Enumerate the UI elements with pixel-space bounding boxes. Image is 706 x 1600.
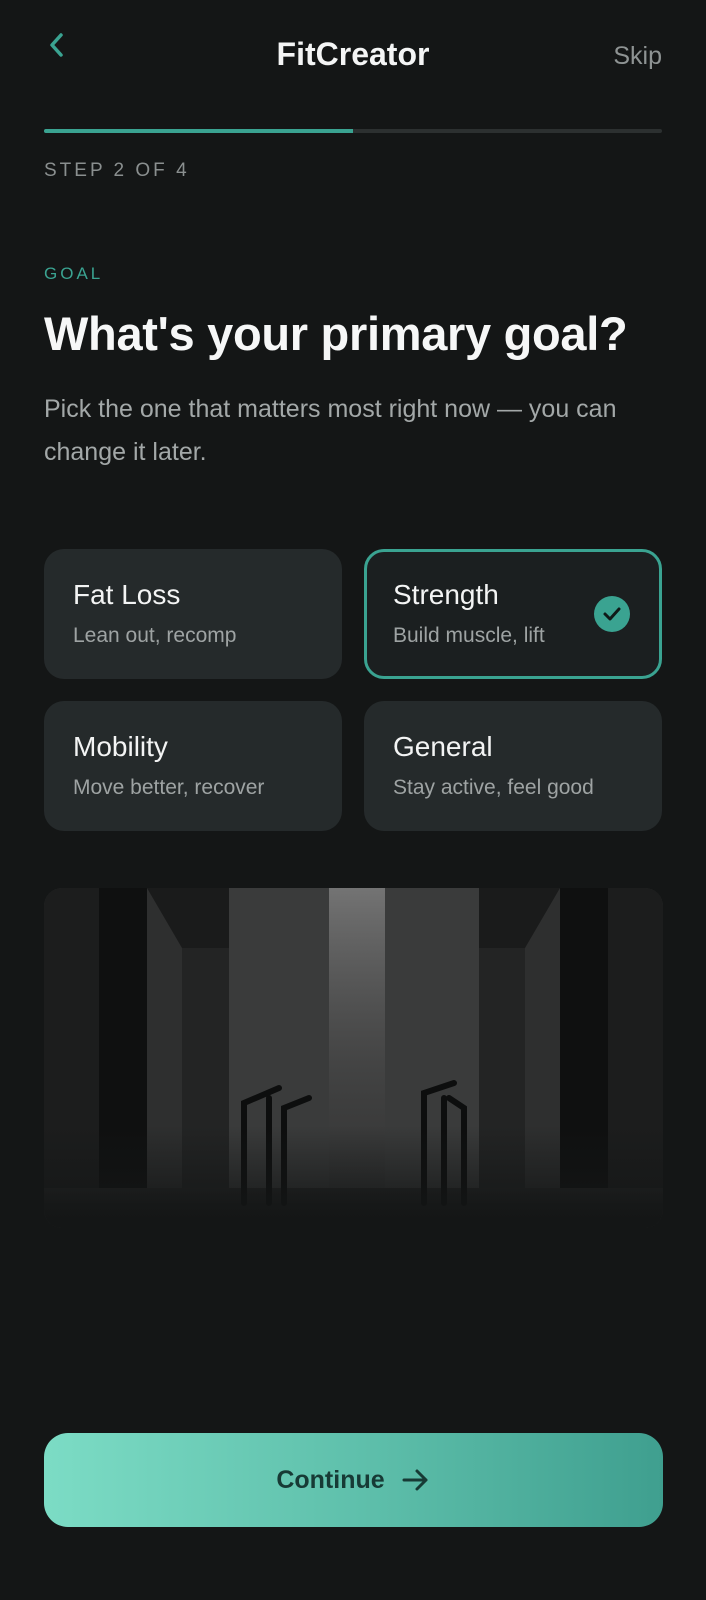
check-icon — [594, 596, 630, 632]
goal-option-title: Mobility — [73, 731, 168, 762]
goal-option-description: Lean out, recomp — [73, 624, 237, 647]
page-subtitle: Pick the one that matters most right now… — [44, 395, 617, 466]
goal-option-mobility[interactable]: Mobility Move better, recover — [44, 701, 342, 831]
goal-option-title: Fat Loss — [73, 579, 181, 610]
skip-button[interactable]: Skip — [613, 42, 662, 71]
step-indicator: STEP 2 OF 4 — [44, 160, 190, 181]
gym-photo — [44, 888, 663, 1228]
arrow-right-icon — [402, 1469, 428, 1491]
gym-hero-image — [44, 888, 663, 1228]
goal-option-title: General — [393, 731, 493, 762]
section-eyebrow: GOAL — [44, 264, 104, 283]
goal-option-description: Stay active, feel good — [393, 776, 594, 799]
goal-option-strength[interactable]: Strength Build muscle, lift — [364, 549, 662, 679]
goal-option-description: Move better, recover — [73, 776, 265, 799]
continue-button[interactable]: Continue — [44, 1433, 663, 1527]
page-title: What's your primary goal? — [44, 307, 628, 360]
progress-bar — [44, 129, 662, 133]
goal-option-fat-loss[interactable]: Fat Loss Lean out, recomp — [44, 549, 342, 679]
goal-option-description: Build muscle, lift — [393, 624, 545, 647]
goal-option-general[interactable]: General Stay active, feel good — [364, 701, 662, 831]
continue-label: Continue — [276, 1465, 385, 1494]
app-title: FitCreator — [276, 36, 430, 72]
top-bar: FitCreator Skip — [0, 0, 706, 120]
progress-bar-fill — [44, 129, 353, 133]
goal-option-title: Strength — [393, 579, 499, 610]
